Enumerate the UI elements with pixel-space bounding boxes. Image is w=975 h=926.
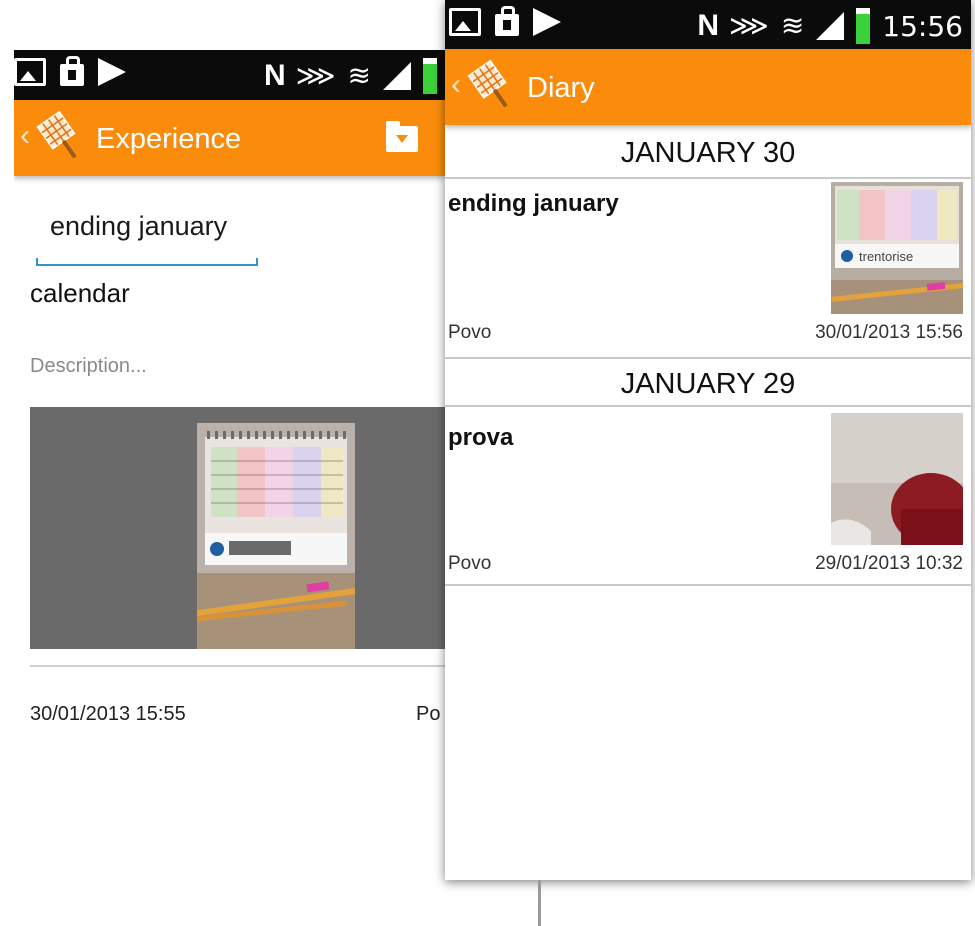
entry-place: Povo <box>448 322 492 343</box>
app-logo-icon[interactable] <box>467 60 519 112</box>
battery-icon <box>856 8 871 44</box>
input-underline <box>36 258 258 266</box>
experience-screen: N ⋙ ≋ ‹ Experience ending january calend… <box>14 50 445 926</box>
diary-screen: N ⋙ ≋ 15:56 ‹ Diary JANUARY 30 ending ja… <box>445 0 971 880</box>
entry-place: Povo <box>448 553 492 574</box>
status-clock: 15:56 <box>882 9 963 43</box>
screen-title: Experience <box>96 123 242 155</box>
photo-area[interactable] <box>30 407 445 649</box>
status-bar: N ⋙ ≋ 15:56 <box>445 0 971 49</box>
app-logo-icon[interactable] <box>36 111 88 163</box>
thumb-brand-text: trentorise <box>859 249 913 264</box>
experience-date: 30/01/2013 15:55 <box>30 703 186 725</box>
vibrate-icon: ⋙ <box>729 9 769 42</box>
back-chevron-icon[interactable]: ‹ <box>451 65 461 105</box>
wifi-icon: ≋ <box>780 9 805 42</box>
connector-line <box>538 880 541 926</box>
day-header: JANUARY 29 <box>620 368 796 400</box>
divider <box>445 405 971 407</box>
entry-title: ending january <box>448 190 619 217</box>
entry-thumbnail <box>831 413 963 545</box>
vibrate-icon: ⋙ <box>295 59 336 92</box>
divider <box>445 177 971 179</box>
play-store-icon <box>98 58 126 86</box>
wifi-icon: ≋ <box>347 59 371 92</box>
folder-icon[interactable] <box>386 121 418 152</box>
battery-icon <box>423 58 437 94</box>
entry-datetime: 29/01/2013 10:32 <box>815 553 963 574</box>
divider <box>445 584 971 586</box>
category-label[interactable]: calendar <box>30 278 130 309</box>
signal-icon <box>383 62 411 90</box>
gallery-icon <box>449 8 481 36</box>
shopping-bag-icon <box>60 56 84 86</box>
calendar-photo <box>197 423 355 649</box>
action-bar: ‹ Experience <box>14 100 445 176</box>
play-store-icon <box>533 8 561 36</box>
signal-icon <box>816 12 845 40</box>
entry-datetime: 30/01/2013 15:56 <box>815 322 963 343</box>
experience-place: Po <box>416 703 441 725</box>
action-bar: ‹ Diary <box>445 49 971 125</box>
shopping-bag-icon <box>495 6 519 36</box>
nfc-icon: N <box>697 9 719 42</box>
divider <box>445 357 971 359</box>
day-header: JANUARY 30 <box>620 137 796 169</box>
gallery-icon <box>14 58 46 86</box>
entry-thumbnail: trentorise <box>831 182 963 314</box>
back-chevron-icon[interactable]: ‹ <box>20 116 30 156</box>
status-bar: N ⋙ ≋ <box>14 50 445 100</box>
nfc-icon: N <box>264 59 286 92</box>
screen-title: Diary <box>527 72 595 104</box>
entry-title: prova <box>448 424 514 451</box>
description-input[interactable]: Description... <box>30 355 147 378</box>
experience-title-value: ending january <box>50 211 228 241</box>
experience-title-input[interactable]: ending january <box>36 200 258 266</box>
divider <box>30 665 445 667</box>
